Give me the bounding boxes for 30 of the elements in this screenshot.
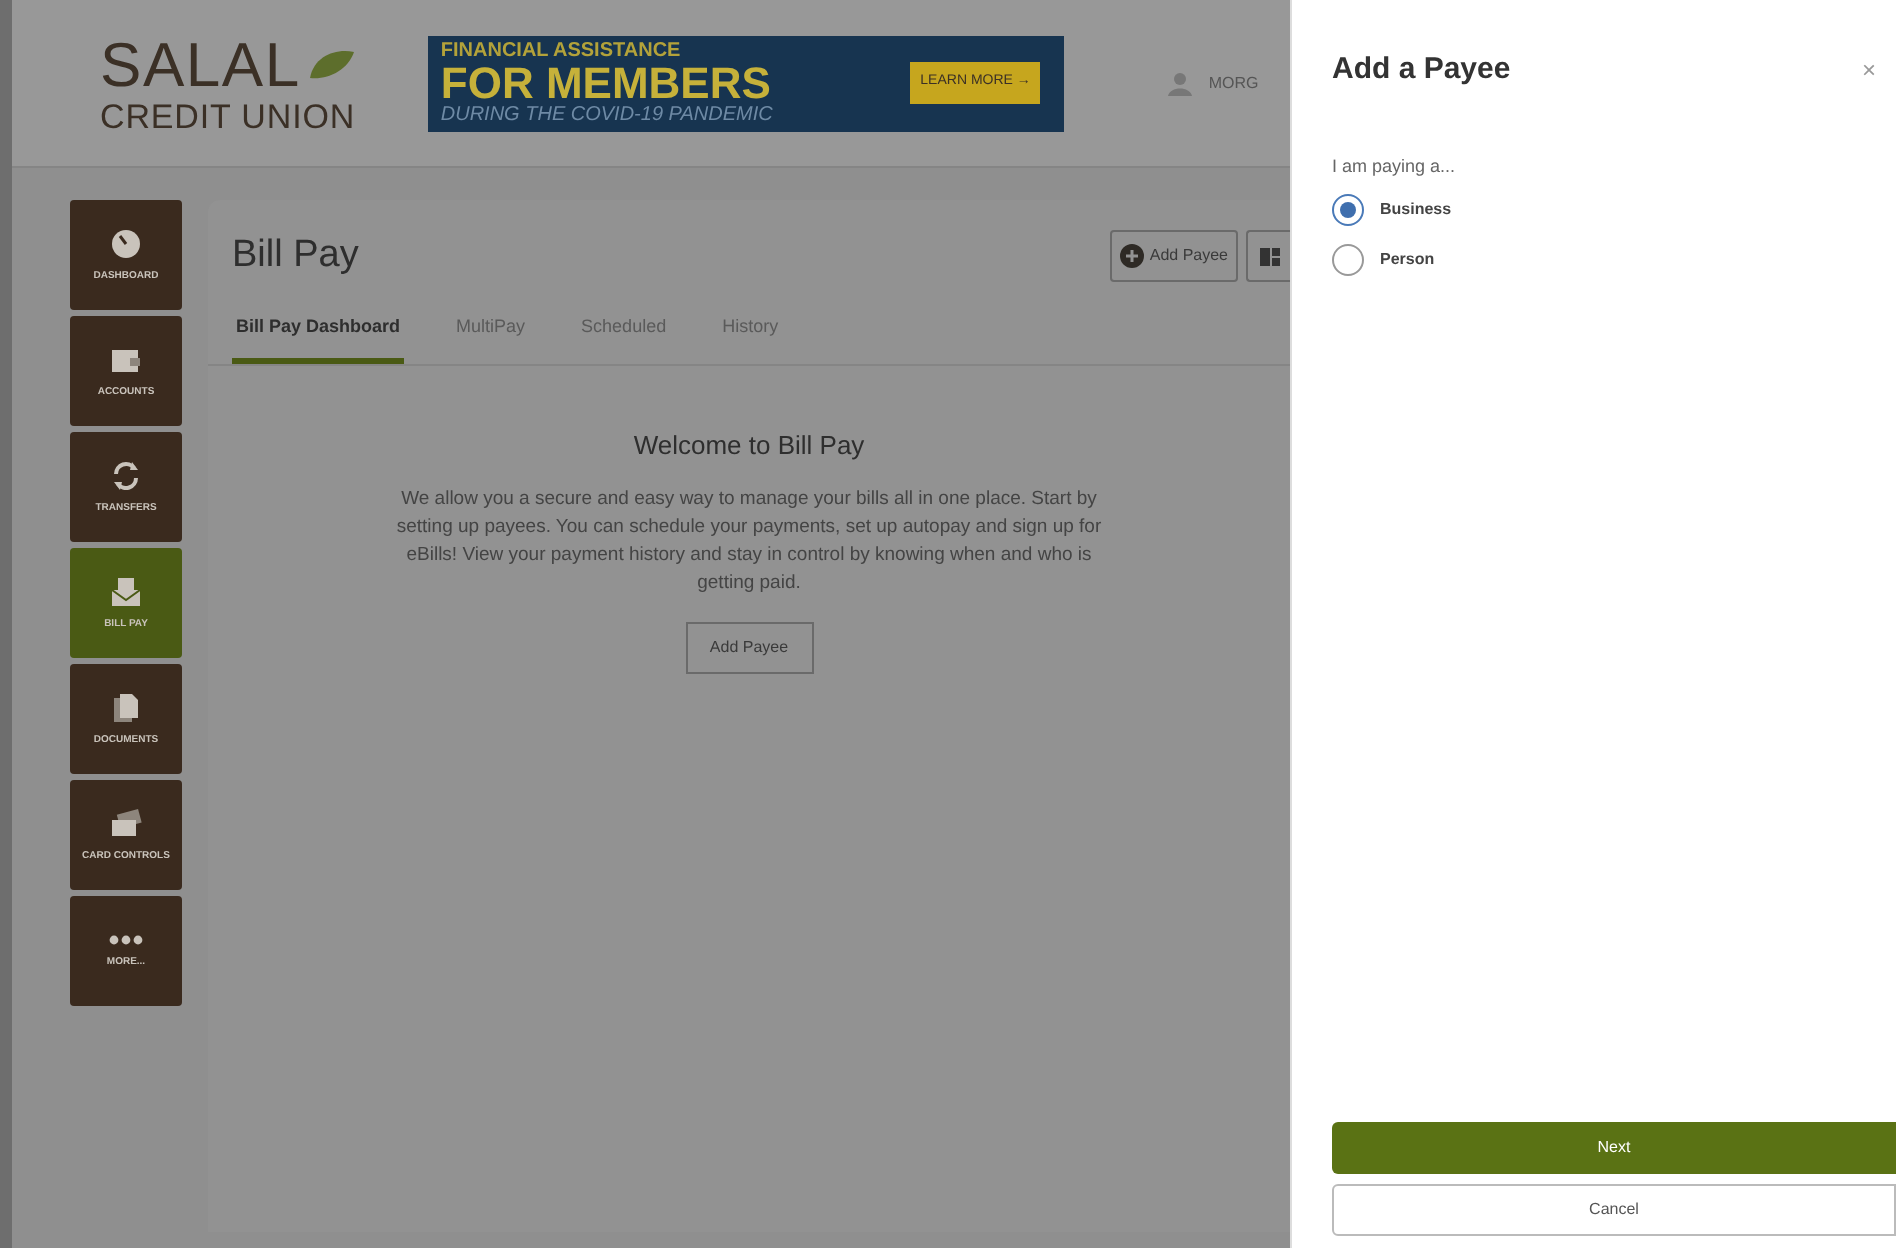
page-tab[interactable]: Bill Pay Dashboard [232, 313, 405, 364]
radio-label[interactable]: Business [1380, 198, 1452, 222]
documents-icon [110, 692, 142, 724]
radio-button[interactable] [1332, 194, 1364, 226]
dialog-prompt: I am paying a... [1332, 153, 1458, 180]
cancel-button[interactable]: Cancel [1332, 1184, 1896, 1236]
more-dots-icon [108, 934, 144, 946]
banner-subline: DURING THE COVID-19 PANDEMIC [440, 105, 773, 125]
radio-button[interactable] [1332, 244, 1364, 276]
banner-kicker: FINANCIAL ASSISTANCE [440, 41, 683, 61]
add-payee-button[interactable]: Add Payee [685, 621, 813, 673]
logo-subtitle: CREDIT UNION [100, 99, 356, 133]
envelope-icon [110, 576, 142, 608]
grid-icon [1259, 247, 1279, 266]
banner-headline: FOR MEMBERS [440, 61, 771, 105]
welcome-text: We allow you a secure and easy way to manage your bills all in one place. Start by setting up payees. You can schedule your payments, set up autopay and sign up for eBills! View your payment history and stay in control by knowing when and who is getting paid. [394, 485, 1104, 597]
leaf-logo-icon [308, 48, 357, 80]
gauge-icon [110, 228, 142, 260]
plus-icon [1119, 244, 1144, 269]
logo-name: SALAL [100, 33, 301, 95]
welcome-heading: Welcome to Bill Pay [633, 428, 865, 464]
close-button[interactable]: × [1861, 52, 1876, 89]
dialog-title: Add a Payee [1332, 50, 1511, 90]
page-title: Bill Pay [232, 232, 359, 280]
wallet-icon [110, 344, 142, 376]
next-button[interactable]: Next [1332, 1122, 1896, 1174]
radio-label[interactable]: Person [1380, 248, 1435, 272]
transfer-arrows-icon [110, 460, 142, 492]
add-payee-button[interactable]: Add Payee [1109, 230, 1238, 283]
card-icon [110, 808, 142, 840]
